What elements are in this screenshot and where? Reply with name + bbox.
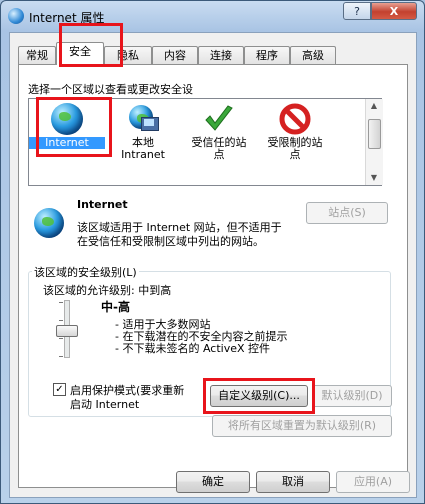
zone-name: Internet [77,198,128,211]
zone-trusted-label-line2: 点 [213,148,225,161]
security-panel: 选择一个区域以查看或更改安全设 Internet 本地 Intranet 受信任… [18,64,408,488]
local-intranet-icon [127,103,159,135]
internet-options-icon [8,8,24,24]
zone-internet[interactable]: Internet [29,99,105,185]
custom-level-button[interactable]: 自定义级别(C)... [210,385,308,407]
level-name: 中-高 [101,300,130,314]
security-level-title: 该区域的安全级别(L) [32,264,139,280]
internet-properties-window: Internet 属性 ? X 常规 安全 隐私 内容 连接 程序 高级 选择一… [0,0,425,504]
tab-content[interactable]: 内容 [152,46,198,64]
internet-zone-globe-icon [34,208,64,238]
reset-all-zones-button[interactable]: 将所有区域重置为默认级别(R) [212,415,392,437]
help-button[interactable]: ? [343,2,371,20]
zone-description-line2: 在受信任和受限制区域中列出的网站。 [77,235,264,248]
security-slider-thumb[interactable] [56,325,78,337]
apply-button[interactable]: 应用(A) [336,471,410,493]
tab-security[interactable]: 安全 [56,42,104,65]
level-bullet-3: - 不下载未签名的 ActiveX 控件 [115,342,271,355]
scroll-down-arrow-icon[interactable]: ▼ [366,171,382,185]
slider-tick [59,320,63,321]
scroll-thumb[interactable] [368,119,381,149]
allowed-levels-text: 该区域的允许级别: 中到高 [43,284,172,297]
protected-mode-label-line2: 启动 Internet [70,398,140,411]
window-title: Internet 属性 [29,11,105,25]
ok-button[interactable]: 确定 [176,471,250,493]
tab-advanced[interactable]: 高级 [290,46,336,64]
zone-local-label-line2: Intranet [121,148,165,161]
close-button[interactable]: X [371,2,417,20]
slider-tick [59,338,63,339]
tab-privacy[interactable]: 隐私 [104,46,152,64]
slider-tick [59,356,63,357]
check-icon [203,103,235,135]
default-level-button[interactable]: 默认级别(D) [312,385,392,407]
zone-list[interactable]: Internet 本地 Intranet 受信任的站 点 受限制的站 点 ▲ ▼ [28,98,383,186]
tab-general[interactable]: 常规 [18,46,56,64]
scroll-up-arrow-icon[interactable]: ▲ [366,99,382,113]
dialog-client: 常规 安全 隐私 内容 连接 程序 高级 选择一个区域以查看或更改安全设 Int… [9,23,417,498]
zone-list-scrollbar[interactable]: ▲ ▼ [365,99,383,185]
protected-mode-checkbox[interactable]: ✓ [53,383,66,396]
sites-button[interactable]: 站点(S) [306,202,388,224]
cancel-button[interactable]: 取消 [256,471,330,493]
zone-prompt: 选择一个区域以查看或更改安全设 [28,83,193,96]
tab-programs[interactable]: 程序 [244,46,290,64]
no-entry-icon [279,103,311,135]
zone-trusted-sites[interactable]: 受信任的站 点 [181,99,257,185]
zone-internet-label: Internet [29,137,105,149]
zone-local-intranet[interactable]: 本地 Intranet [105,99,181,185]
slider-tick [59,302,63,303]
globe-icon [51,103,83,135]
tab-connections[interactable]: 连接 [198,46,244,64]
zone-restricted-sites[interactable]: 受限制的站 点 [257,99,333,185]
zone-restricted-label-line2: 点 [289,148,301,161]
title-bar[interactable]: Internet 属性 ? X [1,1,424,31]
